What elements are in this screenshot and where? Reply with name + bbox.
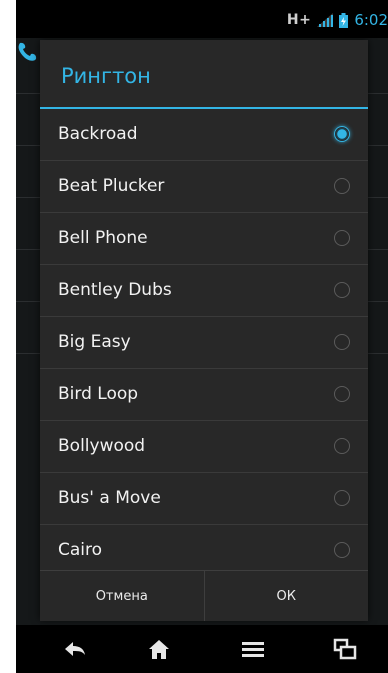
ok-button[interactable]: ОК — [205, 571, 369, 621]
cancel-button[interactable]: Отмена — [40, 571, 204, 621]
ringtone-item[interactable]: Bollywood — [40, 421, 368, 473]
ringtone-item[interactable]: Beat Plucker — [40, 161, 368, 213]
ringtone-dialog: Рингтон Backroad Beat Plucker Bell Phone… — [40, 40, 368, 621]
radio-button[interactable] — [334, 438, 350, 454]
network-type: H+ — [286, 12, 312, 28]
radio-button[interactable] — [334, 230, 350, 246]
dialog-title: Рингтон — [61, 64, 151, 88]
ringtone-label: Bird Loop — [58, 384, 139, 404]
radio-button[interactable] — [334, 386, 350, 402]
clock: 6:02 — [354, 11, 388, 29]
ringtone-item[interactable]: Bell Phone — [40, 213, 368, 265]
ringtone-item[interactable]: Bentley Dubs — [40, 265, 368, 317]
signal-icon — [317, 13, 334, 27]
navigation-bar — [16, 625, 388, 673]
ringtone-item[interactable]: Backroad — [40, 109, 368, 161]
ringtone-label: Bell Phone — [58, 228, 148, 248]
ringtone-label: Bollywood — [58, 436, 146, 456]
menu-icon[interactable] — [240, 637, 266, 661]
ringtone-list[interactable]: Backroad Beat Plucker Bell Phone Bentley… — [40, 109, 368, 573]
status-bar: H+ 6:02 — [16, 0, 388, 38]
radio-button-selected[interactable] — [334, 126, 350, 142]
ringtone-item[interactable]: Big Easy — [40, 317, 368, 369]
ringtone-item[interactable]: Bus' a Move — [40, 473, 368, 525]
ringtone-item[interactable]: Cairo — [40, 525, 368, 573]
ringtone-item[interactable]: Bird Loop — [40, 369, 368, 421]
status-indicators: H+ 6:02 — [286, 11, 388, 29]
radio-button[interactable] — [334, 542, 350, 558]
radio-button[interactable] — [334, 178, 350, 194]
ringtone-label: Bus' a Move — [58, 488, 161, 508]
battery-charging-icon — [339, 12, 349, 28]
ringtone-label: Cairo — [58, 540, 103, 560]
ringtone-label: Beat Plucker — [58, 176, 165, 196]
ringtone-label: Backroad — [58, 124, 138, 144]
phone-icon — [18, 42, 37, 61]
ringtone-label: Bentley Dubs — [58, 280, 172, 300]
dialog-button-bar: Отмена ОК — [40, 570, 368, 621]
radio-button[interactable] — [334, 282, 350, 298]
radio-button[interactable] — [334, 334, 350, 350]
back-icon[interactable] — [62, 637, 88, 661]
phone-screen: H+ 6:02 Рингтон Backroad Beat Plucker Be… — [16, 0, 388, 673]
radio-button[interactable] — [334, 490, 350, 506]
home-icon[interactable] — [146, 637, 172, 661]
dialog-header: Рингтон — [40, 40, 368, 108]
recent-apps-icon[interactable] — [332, 637, 358, 661]
ringtone-label: Big Easy — [58, 332, 131, 352]
